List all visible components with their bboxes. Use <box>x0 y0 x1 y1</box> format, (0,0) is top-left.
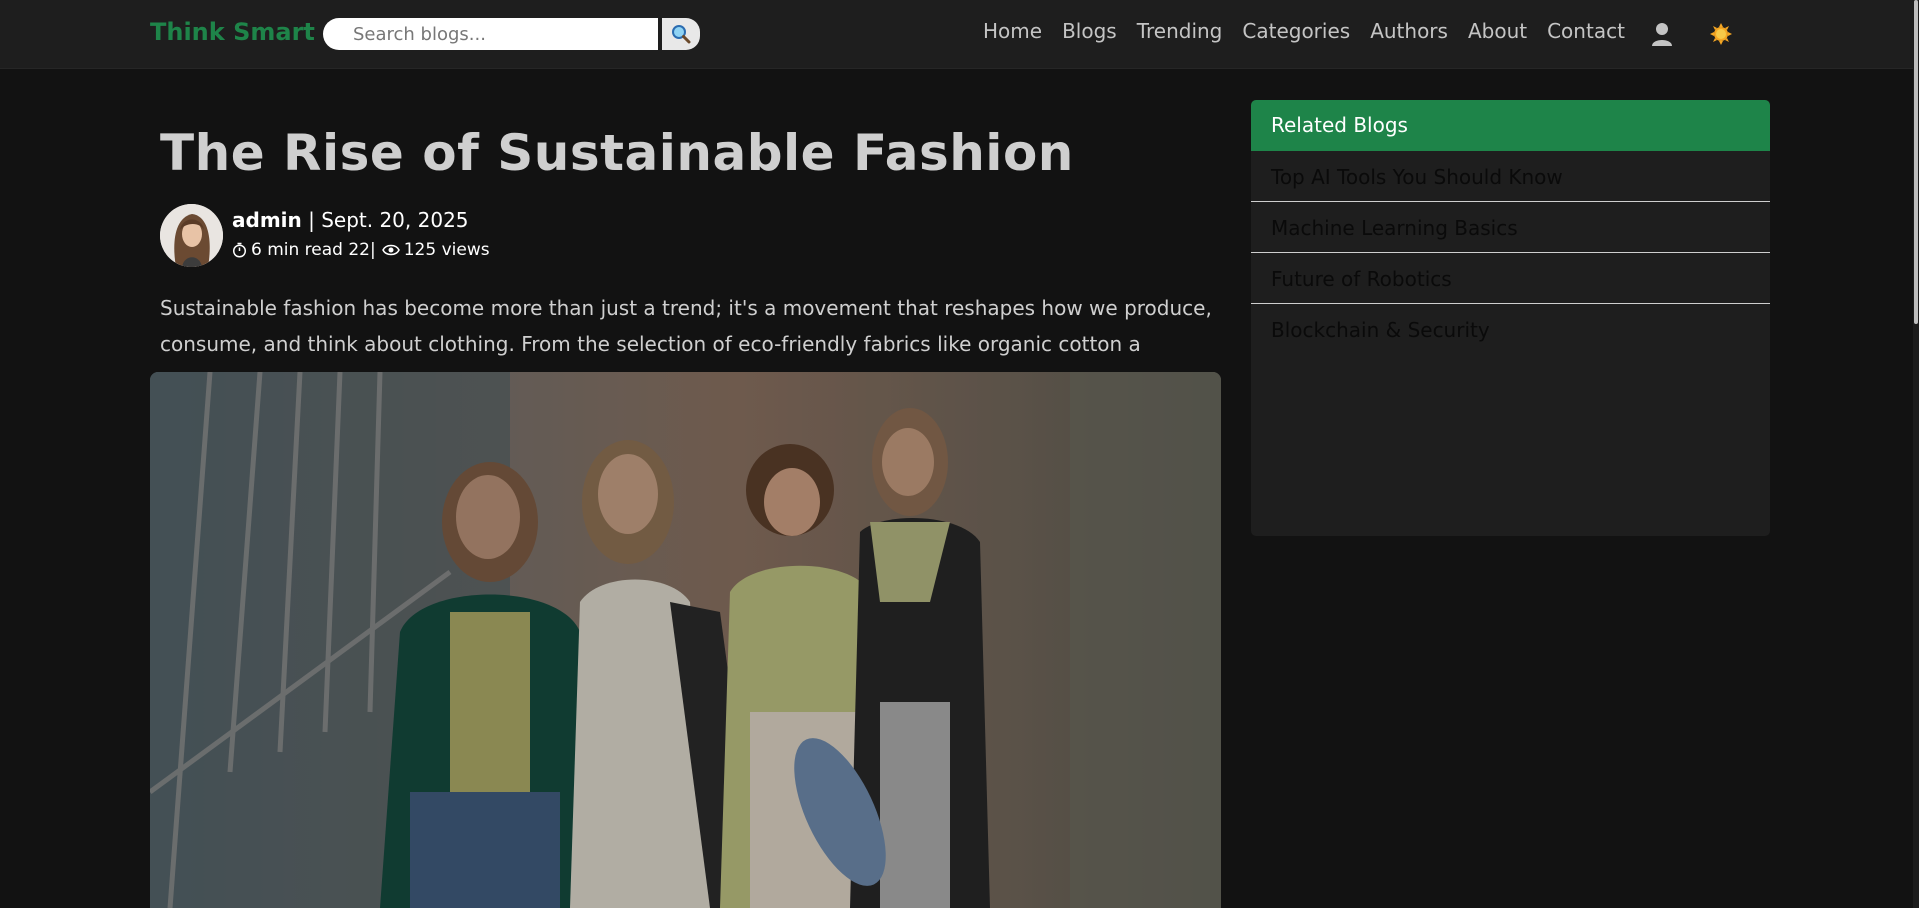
article-title: The Rise of Sustainable Fashion <box>160 124 1074 182</box>
article-stats: 6 min read 22| 125 views <box>232 240 490 260</box>
nav-link-contact[interactable]: Contact <box>1547 19 1625 43</box>
read-time: 6 min read 22| <box>251 240 376 260</box>
related-blog-link[interactable]: Blockchain & Security <box>1251 304 1770 355</box>
author-name[interactable]: admin <box>232 208 302 232</box>
sun-icon[interactable] <box>1709 22 1733 46</box>
publish-date: Sept. 20, 2025 <box>321 208 469 232</box>
article-excerpt: Sustainable fashion has become more than… <box>160 296 1212 356</box>
nav-link-authors[interactable]: Authors <box>1370 19 1448 43</box>
related-blog-link[interactable]: Top AI Tools You Should Know <box>1251 151 1770 202</box>
stopwatch-icon <box>232 242 247 258</box>
brand-logo[interactable]: Think Smart <box>150 18 315 46</box>
nav-link-home[interactable]: Home <box>983 19 1042 43</box>
eye-icon <box>381 244 400 256</box>
article-byline: admin | Sept. 20, 2025 <box>232 208 469 232</box>
search-button[interactable] <box>662 18 700 50</box>
nav-link-trending[interactable]: Trending <box>1137 19 1223 43</box>
nav-link-categories[interactable]: Categories <box>1242 19 1350 43</box>
nav-link-about[interactable]: About <box>1468 19 1527 43</box>
related-blogs-panel: Related Blogs Top AI Tools You Should Kn… <box>1251 100 1770 536</box>
search-icon <box>672 25 691 44</box>
related-blog-link[interactable]: Future of Robotics <box>1251 253 1770 304</box>
user-icon[interactable] <box>1651 22 1673 46</box>
nav-link-blogs[interactable]: Blogs <box>1062 19 1117 43</box>
search-input[interactable] <box>323 18 658 50</box>
navbar: Think Smart Home Blogs Trending Categori… <box>0 0 1919 69</box>
nav-links: Home Blogs Trending Categories Authors A… <box>983 19 1645 43</box>
scrollbar-thumb[interactable] <box>1914 0 1918 324</box>
related-blog-link[interactable]: Machine Learning Basics <box>1251 202 1770 253</box>
byline-separator: | <box>301 208 322 232</box>
hero-image <box>150 372 1221 908</box>
author-avatar[interactable] <box>160 204 223 267</box>
related-blogs-header: Related Blogs <box>1251 100 1770 151</box>
view-count: 125 views <box>403 240 490 260</box>
